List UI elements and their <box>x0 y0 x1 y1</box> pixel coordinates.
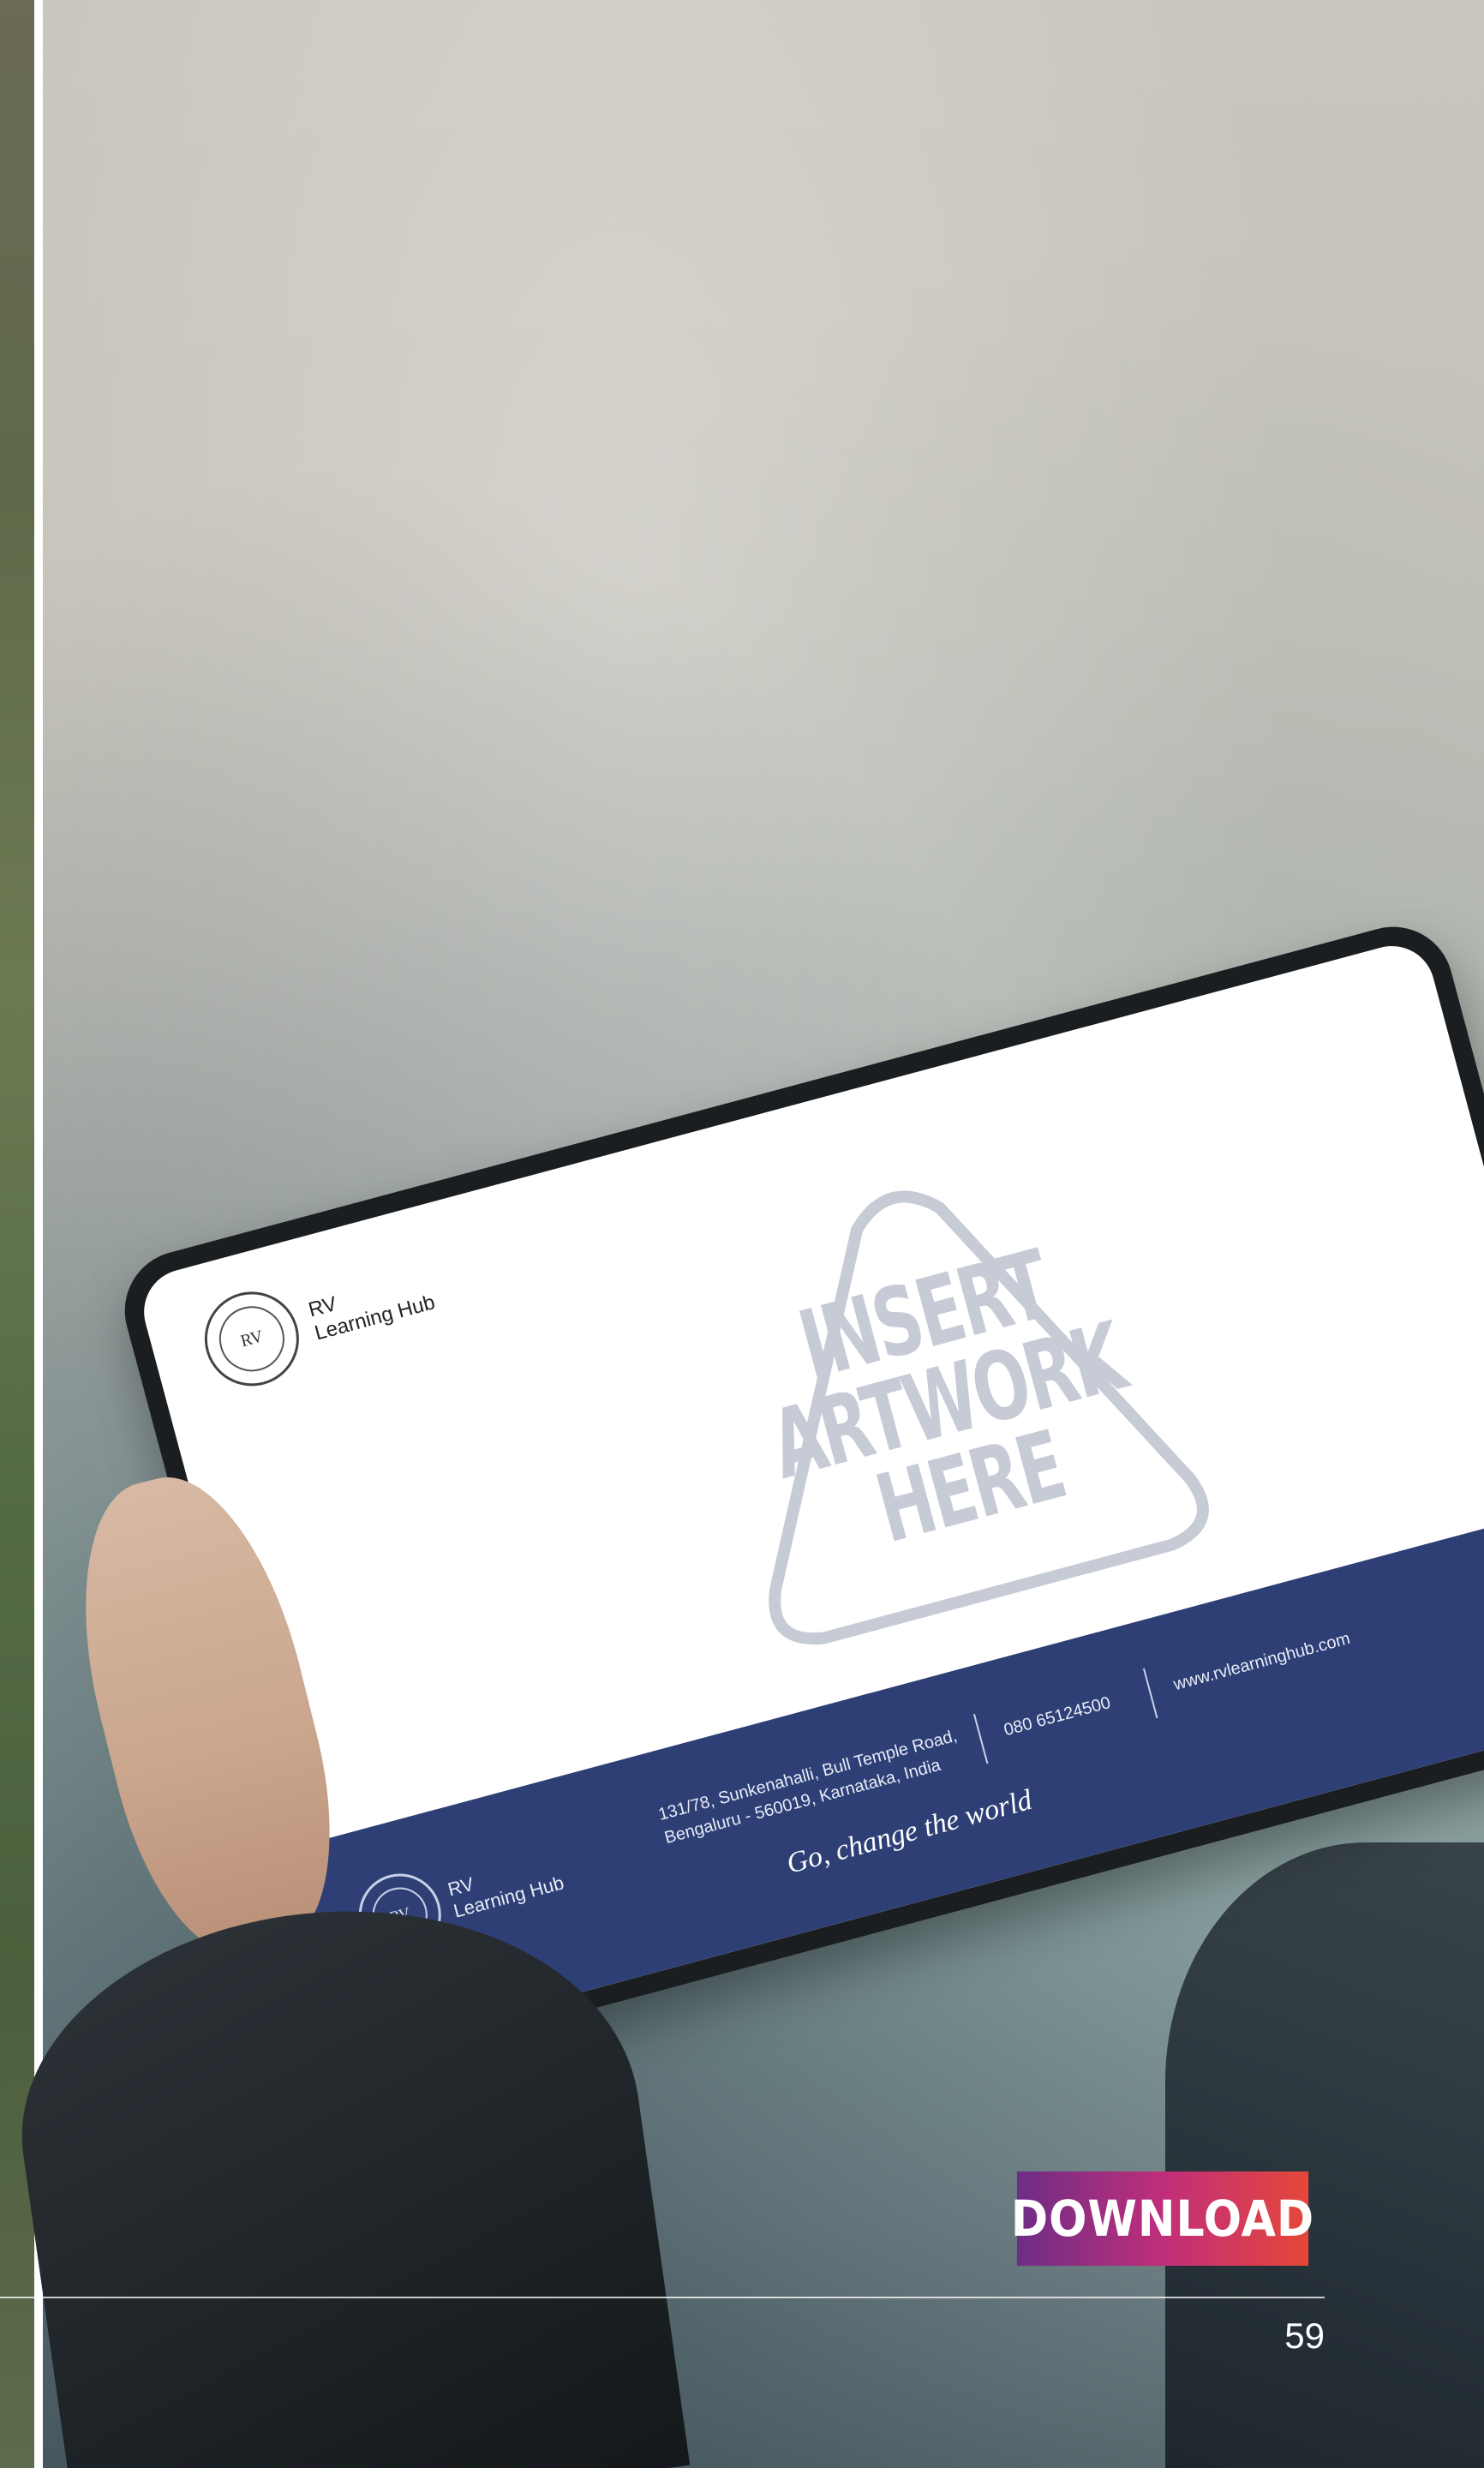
download-button[interactable]: DOWNLOAD <box>1011 2171 1313 2266</box>
footer-brand: RV Learning Hub <box>446 1850 566 1922</box>
footer-phone: 080 65124500 <box>1002 1692 1113 1740</box>
screen-logo: RV RV Learning Hub <box>194 1245 444 1397</box>
artwork-placeholder: INSERT ARTWORK HERE <box>658 1123 1237 1678</box>
page-number: 59 <box>1284 2315 1325 2356</box>
tablet-screen: RV RV Learning Hub INSERT ARTWORK HERE R… <box>134 936 1484 2057</box>
page: RV RV Learning Hub INSERT ARTWORK HERE R… <box>0 0 1484 2468</box>
footer-separator <box>972 1713 989 1764</box>
footer-separator <box>1142 1668 1158 1719</box>
bottom-divider <box>0 2297 1325 2298</box>
rv-seal-icon: RV <box>194 1281 310 1397</box>
brand-text: RV Learning Hub <box>306 1267 438 1345</box>
footer-website-link[interactable]: www.rvlearninghub.com <box>1171 1629 1352 1695</box>
seal-initials: RV <box>212 1298 292 1379</box>
